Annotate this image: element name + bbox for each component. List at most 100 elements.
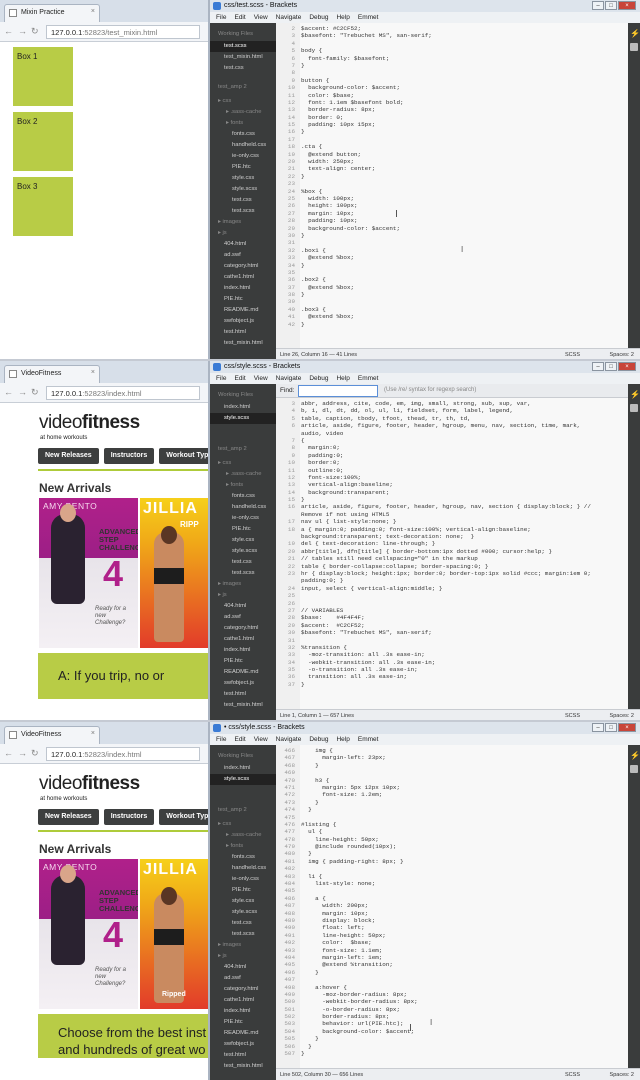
working-file-item[interactable]: style.scss <box>210 413 276 424</box>
dvd-cover-amy-bento[interactable]: AMY BENTO ADVANCED STEP CHALLENGE 4 Read… <box>39 859 138 1009</box>
menu-file[interactable]: File <box>216 375 226 382</box>
nav-new-releases[interactable]: New Releases <box>38 448 99 464</box>
menu-emmet[interactable]: Emmet <box>358 14 379 21</box>
tree-file[interactable]: test.scss <box>210 929 276 940</box>
code-editor[interactable]: Find: (Use /re/ syntax for regexp search… <box>276 384 628 709</box>
menu-help[interactable]: Help <box>336 14 349 21</box>
extension-manager-icon[interactable] <box>630 43 638 51</box>
tree-file[interactable]: category.html <box>210 261 276 272</box>
tree-file[interactable]: PIE.htc <box>210 656 276 667</box>
tree-folder[interactable]: ▸ js <box>210 590 276 601</box>
dvd-cover-amy-bento[interactable]: AMY BENTO ADVANCED STEP CHALLENGE 4 Read… <box>39 498 138 648</box>
tree-file[interactable]: style.css <box>210 173 276 184</box>
site-logo[interactable]: videofitness <box>39 412 140 434</box>
language-mode[interactable]: SCSS <box>565 352 580 358</box>
tree-folder[interactable]: ▸ .sass-cache <box>210 469 276 480</box>
tree-file[interactable]: style.scss <box>210 184 276 195</box>
dvd-cover-jillian[interactable]: JILLIA Ripped <box>140 859 208 1009</box>
tree-file[interactable]: test_mixin.html <box>210 700 276 711</box>
tree-file[interactable]: test_mixin.html <box>210 1061 276 1072</box>
project-title[interactable]: test_amp 2 <box>210 785 276 819</box>
tree-file[interactable]: style.scss <box>210 907 276 918</box>
tree-file[interactable]: test_mixin.html <box>210 338 276 349</box>
code-editor[interactable]: 2 $accent: #C2CF52; 3 $basefont: "Trebuchet… <box>276 23 628 348</box>
indent-setting[interactable]: Spaces: 2 <box>610 713 634 719</box>
menu-edit[interactable]: Edit <box>234 736 245 743</box>
tree-folder[interactable]: ▸ css <box>210 96 276 107</box>
tree-file[interactable]: PIE.htc <box>210 294 276 305</box>
tree-file[interactable]: handheld.css <box>210 502 276 513</box>
tree-folder[interactable]: ▸ images <box>210 217 276 228</box>
browser-tab[interactable]: Mixin Practice × <box>4 4 100 22</box>
menu-debug[interactable]: Debug <box>309 375 328 382</box>
working-file-item[interactable]: index.html <box>210 402 276 413</box>
language-mode[interactable]: SCSS <box>565 1072 580 1078</box>
browser-tab[interactable]: VideoFitness × <box>4 365 100 383</box>
tree-folder[interactable]: ▸ images <box>210 940 276 951</box>
working-file-item[interactable]: test.css <box>210 63 276 74</box>
tree-file[interactable]: fonts.css <box>210 129 276 140</box>
tree-file[interactable]: test.scss <box>210 568 276 579</box>
live-preview-icon[interactable]: ⚡ <box>630 29 640 38</box>
tree-folder[interactable]: ▸ fonts <box>210 118 276 129</box>
address-bar[interactable]: 127.0.0.1:52823/index.html <box>46 386 200 400</box>
address-bar[interactable]: 127.0.0.1:52823/index.html <box>46 747 200 761</box>
tree-folder[interactable]: ▸ fonts <box>210 480 276 491</box>
tree-folder[interactable]: ▸ fonts <box>210 841 276 852</box>
maximize-icon[interactable]: □ <box>605 723 617 732</box>
close-tab-icon[interactable]: × <box>91 8 95 15</box>
tree-folder[interactable]: ▸ images <box>210 579 276 590</box>
close-tab-icon[interactable]: × <box>91 369 95 376</box>
site-logo[interactable]: videofitness <box>39 773 140 795</box>
back-icon[interactable]: ← <box>4 748 13 758</box>
tree-file[interactable]: README.md <box>210 667 276 678</box>
minimize-icon[interactable]: – <box>592 362 604 371</box>
reload-icon[interactable]: ↻ <box>31 26 39 37</box>
tree-file[interactable]: ie-only.css <box>210 513 276 524</box>
browser-tab[interactable]: VideoFitness × <box>4 726 100 744</box>
tree-file[interactable]: test.css <box>210 195 276 206</box>
indent-setting[interactable]: Spaces: 2 <box>610 1072 634 1078</box>
tree-folder[interactable]: ▸ css <box>210 458 276 469</box>
tree-file[interactable]: swfobject.js <box>210 1039 276 1050</box>
forward-icon[interactable]: → <box>18 387 27 397</box>
tree-file[interactable]: test.html <box>210 327 276 338</box>
tree-file[interactable]: swfobject.js <box>210 678 276 689</box>
tree-file[interactable]: test.html <box>210 689 276 700</box>
menu-help[interactable]: Help <box>336 736 349 743</box>
close-tab-icon[interactable]: × <box>91 730 95 737</box>
reload-icon[interactable]: ↻ <box>31 387 39 398</box>
tree-file[interactable]: ie-only.css <box>210 874 276 885</box>
forward-icon[interactable]: → <box>18 26 27 36</box>
address-bar[interactable]: 127.0.0.1:52823/test_mixin.html <box>46 25 200 39</box>
tree-file[interactable]: cathe1.html <box>210 272 276 283</box>
extension-manager-icon[interactable] <box>630 765 638 773</box>
dvd-cover-jillian[interactable]: JILLIA RIPP <box>140 498 208 648</box>
minimize-icon[interactable]: – <box>592 723 604 732</box>
nav-workout-type[interactable]: Workout Type <box>159 809 208 825</box>
tree-file[interactable]: 404.html <box>210 239 276 250</box>
tree-file[interactable]: 404.html <box>210 601 276 612</box>
tree-file[interactable]: fonts.css <box>210 852 276 863</box>
working-file-item[interactable]: index.html <box>210 763 276 774</box>
back-icon[interactable]: ← <box>4 26 13 36</box>
project-title[interactable]: test_amp 2 <box>210 424 276 458</box>
menu-navigate[interactable]: Navigate <box>276 14 302 21</box>
nav-new-releases[interactable]: New Releases <box>38 809 99 825</box>
language-mode[interactable]: SCSS <box>565 713 580 719</box>
tree-file[interactable]: handheld.css <box>210 140 276 151</box>
tree-file[interactable]: ad.swf <box>210 973 276 984</box>
working-file-item[interactable]: test_mixin.html <box>210 52 276 63</box>
reload-icon[interactable]: ↻ <box>31 748 39 759</box>
tree-file[interactable]: category.html <box>210 984 276 995</box>
nav-workout-type[interactable]: Workout Type <box>159 448 208 464</box>
menu-emmet[interactable]: Emmet <box>358 736 379 743</box>
tree-folder[interactable]: ▸ js <box>210 228 276 239</box>
menu-file[interactable]: File <box>216 736 226 743</box>
code-editor[interactable]: 466 img {467 margin-left: 23px; 468 } 469 4… <box>276 745 628 1068</box>
tree-file[interactable]: test.html <box>210 1050 276 1061</box>
menu-view[interactable]: View <box>254 14 268 21</box>
indent-setting[interactable]: Spaces: 2 <box>610 352 634 358</box>
tree-file[interactable]: swfobject.js <box>210 316 276 327</box>
working-file-item[interactable]: test.scss <box>210 41 276 52</box>
